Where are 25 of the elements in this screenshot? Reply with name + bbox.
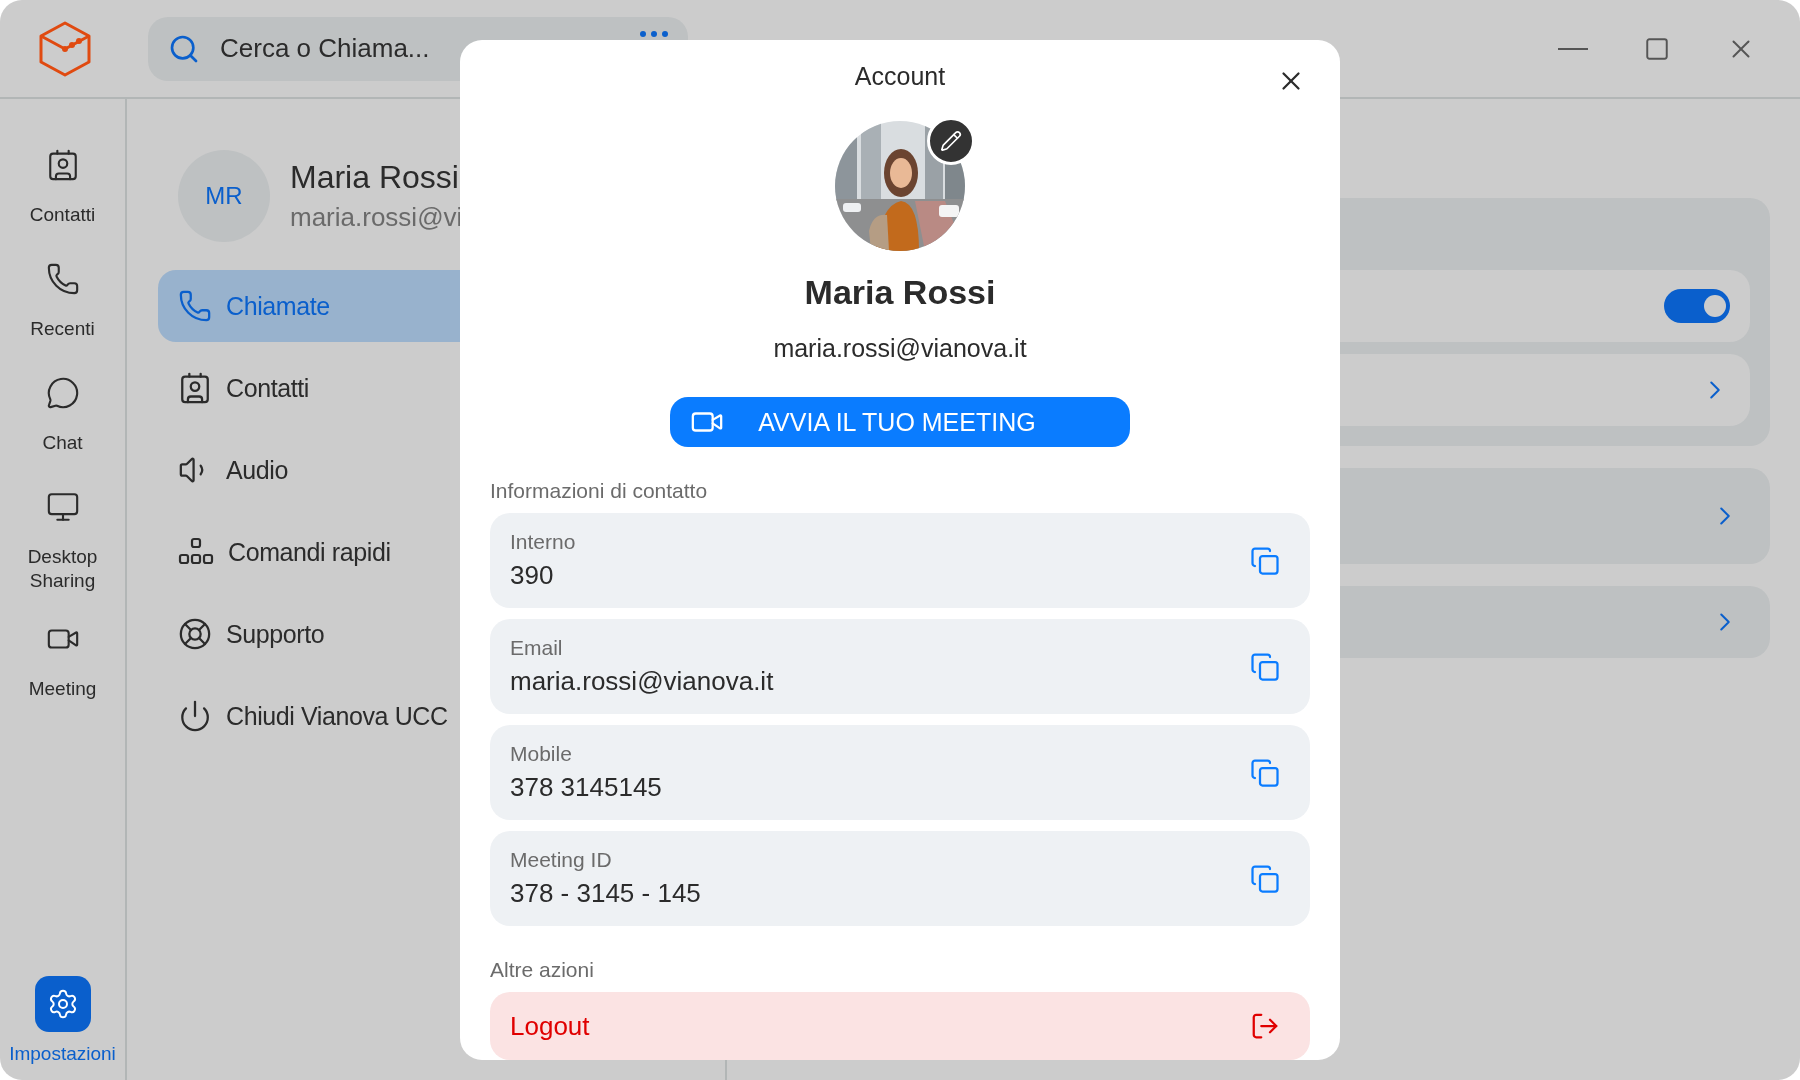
account-name: Maria Rossi [804,272,996,312]
field-label: Mobile [510,742,573,767]
rail-item[interactable]: Meeting [0,610,125,707]
field-label: Meeting ID [510,848,613,873]
field-value: maria.rossi@vianova.it [510,666,775,698]
start-meeting-button[interactable]: AVVIA IL TUO MEETING [670,396,1130,448]
field-value: 378 3145145 [510,772,663,804]
field-label: Email [510,636,564,661]
rail-item[interactable]: Impostazioni [0,976,125,1066]
rail-item[interactable]: Desktop Sharing [0,479,125,593]
section-label: Altre azioni [490,958,595,983]
profile-name: Maria Rossi [290,159,460,196]
dialog-title: Account [854,61,946,91]
section-label: Informazioni di contatto [490,479,709,504]
rail-item[interactable]: Contatti [0,137,125,233]
field-label: Interno [510,530,577,555]
field-value: 390 [510,560,555,592]
account-email: maria.rossi@vianova.it [773,333,1027,363]
search-input[interactable]: Cerca o Chiama... [218,32,622,65]
rail-item[interactable]: Chat [0,365,125,461]
logout-button[interactable]: Logout [490,992,1310,1060]
field-value: 378 - 3145 - 145 [510,878,702,910]
avatar-initials: MR [178,150,270,242]
profile-email: maria.rossi@vi [290,202,463,233]
rail-item[interactable]: Recenti [0,251,125,347]
